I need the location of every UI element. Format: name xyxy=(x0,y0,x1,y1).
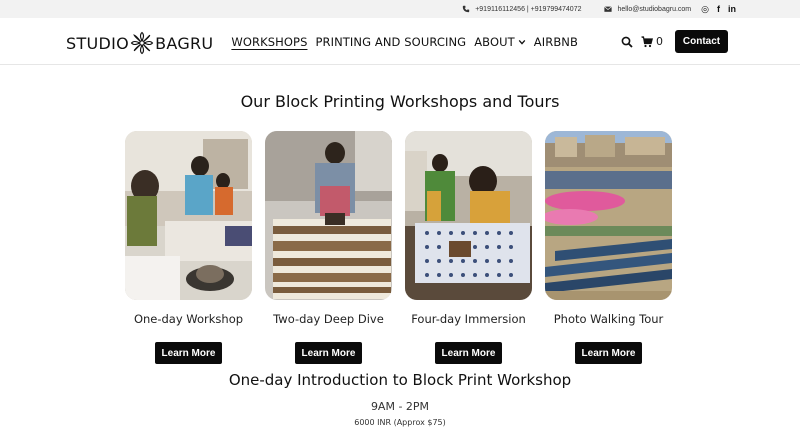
nav-item-workshops[interactable]: WORKSHOPS xyxy=(231,35,307,49)
facebook-icon[interactable]: f xyxy=(717,4,720,14)
workshop-card: Four-day Immersion Learn More xyxy=(405,131,532,364)
deep-dive-photo[interactable] xyxy=(265,131,392,300)
envelope-icon xyxy=(603,4,613,14)
chevron-down-icon xyxy=(518,39,526,45)
main-nav: WORKSHOPS PRINTING AND SOURCING ABOUT AI… xyxy=(231,18,578,65)
cart-count: 0 xyxy=(656,35,663,48)
cart-icon xyxy=(641,35,653,47)
contact-button[interactable]: Contact xyxy=(675,30,728,53)
section-title: One-day Introduction to Block Print Work… xyxy=(228,371,572,389)
header-icons: 0 xyxy=(621,18,663,65)
card-title[interactable]: Two-day Deep Dive xyxy=(265,312,392,326)
search-icon[interactable] xyxy=(621,36,633,48)
site-header: STUDIO BAGRU WORKSHOPS PRINTING AND SOUR… xyxy=(0,18,800,65)
workshop-time: 9AM - 2PM xyxy=(370,400,430,413)
card-title[interactable]: Photo Walking Tour xyxy=(545,312,672,326)
card-title[interactable]: One-day Workshop xyxy=(125,312,252,326)
walking-tour-photo[interactable] xyxy=(545,131,672,300)
email-link[interactable]: hello@studiobagru.com xyxy=(617,6,691,13)
top-contact-bar: +919116112456 | +919799474072 hello@stud… xyxy=(0,0,800,18)
nav-item-airbnb[interactable]: AIRBNB xyxy=(534,35,578,49)
site-logo[interactable]: STUDIO BAGRU xyxy=(66,31,213,55)
email-group: hello@studiobagru.com xyxy=(603,4,691,14)
logo-text-left: STUDIO xyxy=(66,33,130,53)
learn-more-button[interactable]: Learn More xyxy=(295,342,362,364)
nav-item-about-label: ABOUT xyxy=(474,34,515,49)
phone-numbers[interactable]: +919116112456 | +919799474072 xyxy=(475,6,581,13)
learn-more-button[interactable]: Learn More xyxy=(575,342,642,364)
phone-group: +919116112456 | +919799474072 xyxy=(461,4,581,14)
cart-button[interactable]: 0 xyxy=(641,35,663,48)
workshop-price: 6000 INR (Approx $75) xyxy=(354,418,446,427)
workshop-card: One-day Workshop Learn More xyxy=(125,131,252,364)
workshop-card: Photo Walking Tour Learn More xyxy=(545,131,672,364)
instagram-icon[interactable]: ◎ xyxy=(701,4,709,14)
logo-text-right: BAGRU xyxy=(155,33,214,53)
nav-item-about[interactable]: ABOUT xyxy=(474,35,526,49)
workshop-cards: One-day Workshop Learn More Two-day Deep xyxy=(125,131,673,371)
workshop-photo[interactable] xyxy=(125,131,252,300)
phone-icon xyxy=(461,4,471,14)
learn-more-button[interactable]: Learn More xyxy=(435,342,502,364)
page-title: Our Block Printing Workshops and Tours xyxy=(240,92,560,111)
learn-more-button[interactable]: Learn More xyxy=(155,342,222,364)
linkedin-icon[interactable]: in xyxy=(728,4,736,14)
social-links: ◎ f in xyxy=(701,4,736,14)
nav-item-printing-and-sourcing[interactable]: PRINTING AND SOURCING xyxy=(315,35,466,49)
logo-flower-icon xyxy=(130,31,154,55)
workshop-card: Two-day Deep Dive Learn More xyxy=(265,131,392,364)
immersion-photo[interactable] xyxy=(405,131,532,300)
card-title[interactable]: Four-day Immersion xyxy=(405,312,532,326)
